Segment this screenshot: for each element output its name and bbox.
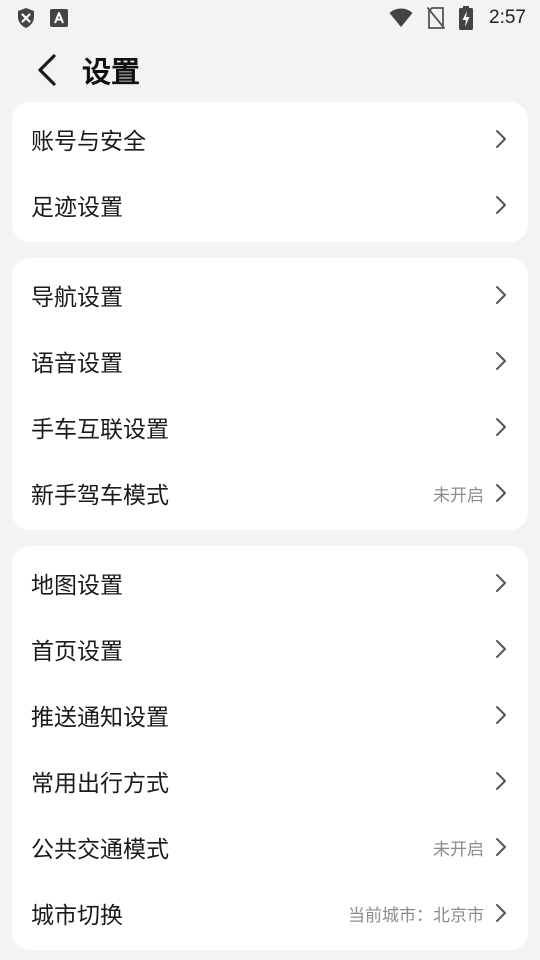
- settings-item-label: 公共交通模式: [31, 837, 169, 863]
- chevron-right-icon: [494, 350, 508, 372]
- battery-charging-icon: [459, 6, 474, 30]
- settings-item-map[interactable]: 地图设置: [12, 550, 528, 616]
- status-bar: 2:57: [0, 0, 540, 36]
- settings-item-account-security[interactable]: 账号与安全: [12, 106, 528, 172]
- settings-item-phone-car-link[interactable]: 手车互联设置: [12, 394, 528, 460]
- settings-item-label: 足迹设置: [31, 195, 123, 221]
- status-bar-left: [16, 7, 68, 29]
- chevron-right-icon: [494, 284, 508, 306]
- back-arrow-icon: [38, 54, 56, 86]
- settings-item-label: 常用出行方式: [31, 771, 169, 797]
- chevron-right-icon: [494, 194, 508, 216]
- chevron-right-icon: [494, 836, 508, 858]
- status-bar-right: 2:57: [389, 6, 526, 30]
- chevron-right-icon: [494, 572, 508, 594]
- no-sim-icon: [427, 7, 446, 29]
- font-a-icon: [50, 9, 68, 27]
- settings-item-value: 当前城市：北京市: [348, 905, 484, 926]
- settings-item-value: 未开启: [433, 485, 484, 506]
- settings-item-travel-mode[interactable]: 常用出行方式: [12, 748, 528, 814]
- status-time: 2:57: [489, 7, 526, 28]
- settings-item-footprint[interactable]: 足迹设置: [12, 172, 528, 238]
- chevron-right-icon: [494, 128, 508, 150]
- settings-item-novice-driving[interactable]: 新手驾车模式 未开启: [12, 460, 528, 526]
- settings-item-label: 语音设置: [31, 351, 123, 377]
- chevron-right-icon: [494, 482, 508, 504]
- settings-item-label: 首页设置: [31, 639, 123, 665]
- chevron-right-icon: [494, 902, 508, 924]
- chevron-right-icon: [494, 416, 508, 438]
- settings-item-public-transit[interactable]: 公共交通模式 未开启: [12, 814, 528, 880]
- chevron-right-icon: [494, 638, 508, 660]
- settings-item-push-notifications[interactable]: 推送通知设置: [12, 682, 528, 748]
- page-title: 设置: [82, 55, 141, 89]
- settings-item-label: 手车互联设置: [31, 417, 169, 443]
- chevron-right-icon: [494, 704, 508, 726]
- settings-item-navigation[interactable]: 导航设置: [12, 262, 528, 328]
- settings-item-label: 推送通知设置: [31, 705, 169, 731]
- wifi-icon: [389, 8, 413, 28]
- settings-group-navigation: 导航设置 语音设置 手车互联设置 新手驾车模式 未开启: [12, 258, 528, 530]
- settings-item-label: 地图设置: [31, 573, 123, 599]
- page-header: 设置: [0, 40, 540, 100]
- settings-item-city-switch[interactable]: 城市切换 当前城市：北京市: [12, 880, 528, 946]
- settings-item-label: 新手驾车模式: [31, 483, 169, 509]
- shield-x-icon: [16, 7, 36, 29]
- back-button[interactable]: [22, 45, 72, 95]
- settings-item-label: 账号与安全: [31, 129, 146, 155]
- settings-group-map: 地图设置 首页设置 推送通知设置 常用出行方式 公共交通模式 未开启 城市切换 …: [12, 546, 528, 950]
- settings-item-voice[interactable]: 语音设置: [12, 328, 528, 394]
- settings-item-value: 未开启: [433, 839, 484, 860]
- settings-group-account: 账号与安全 足迹设置: [12, 102, 528, 242]
- settings-item-label: 城市切换: [31, 903, 123, 929]
- settings-item-homepage[interactable]: 首页设置: [12, 616, 528, 682]
- settings-item-label: 导航设置: [31, 285, 123, 311]
- chevron-right-icon: [494, 770, 508, 792]
